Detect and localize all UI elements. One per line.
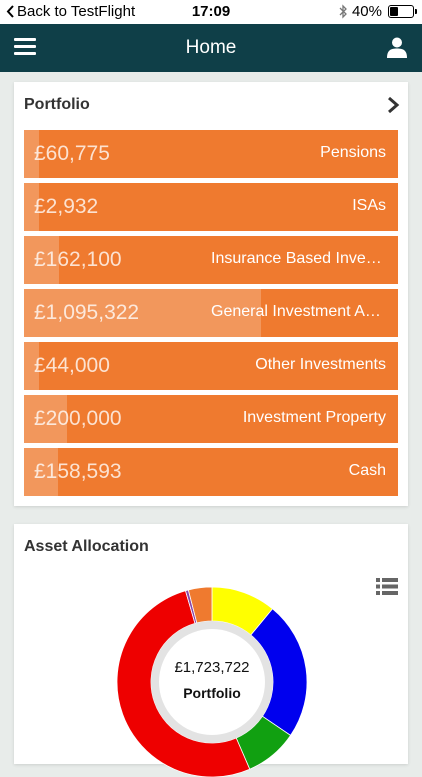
chevron-right-icon[interactable] (386, 96, 400, 114)
portfolio-row-name: General Investment Account (211, 303, 386, 320)
portfolio-rows: £60,775 Pensions £2,932 ISAs £162,100 Insuran… (24, 130, 398, 501)
status-bar: Back to TestFlight 17:09 40% (0, 0, 422, 24)
asset-allocation-donut[interactable] (117, 587, 307, 777)
portfolio-row[interactable]: £44,000 Other Investments (24, 342, 398, 390)
portfolio-row[interactable]: £2,932 ISAs (24, 183, 398, 231)
nav-bar: Home (0, 24, 422, 72)
battery-fill (390, 7, 398, 16)
portfolio-row-amount: £60,775 (34, 142, 110, 165)
portfolio-row-amount: £44,000 (34, 354, 110, 377)
portfolio-row-name: Other Investments (255, 356, 386, 373)
portfolio-row-amount: £200,000 (34, 407, 122, 430)
status-right: 40% (339, 3, 417, 20)
portfolio-row-name: Insurance Based Investments (211, 250, 386, 267)
asset-allocation-card: Asset Allocation £1,723,722 Portfolio (14, 524, 408, 777)
battery-icon (388, 5, 417, 18)
portfolio-row[interactable]: £162,100 Insurance Based Investments (24, 236, 398, 284)
donut-hole (151, 621, 273, 743)
portfolio-row-name: Pensions (320, 144, 386, 161)
portfolio-row-amount: £1,095,322 (34, 301, 140, 324)
asset-allocation-title: Asset Allocation (24, 538, 149, 555)
portfolio-row-name: Investment Property (242, 409, 386, 426)
portfolio-row[interactable]: £158,593 Cash (24, 448, 398, 496)
portfolio-row-amount: £2,932 (34, 195, 99, 218)
portfolio-title: Portfolio (24, 96, 90, 113)
portfolio-row-name: ISAs (352, 197, 386, 214)
portfolio-row[interactable]: £200,000 Investment Property (24, 395, 398, 443)
list-view-icon[interactable] (376, 578, 398, 595)
portfolio-row-amount: £158,593 (34, 460, 122, 483)
bluetooth-icon (339, 4, 347, 19)
portfolio-card: Portfolio £60,775 Pensions £2,932 ISAs £162,… (14, 82, 408, 506)
portfolio-row[interactable]: £1,095,322 General Investment Account (24, 289, 398, 337)
portfolio-row-amount: £162,100 (34, 248, 122, 271)
portfolio-row-name: Cash (348, 462, 386, 479)
page-title: Home (185, 37, 237, 58)
battery-percent: 40% (351, 3, 382, 20)
portfolio-row[interactable]: £60,775 Pensions (24, 130, 398, 178)
user-icon[interactable] (386, 36, 408, 58)
